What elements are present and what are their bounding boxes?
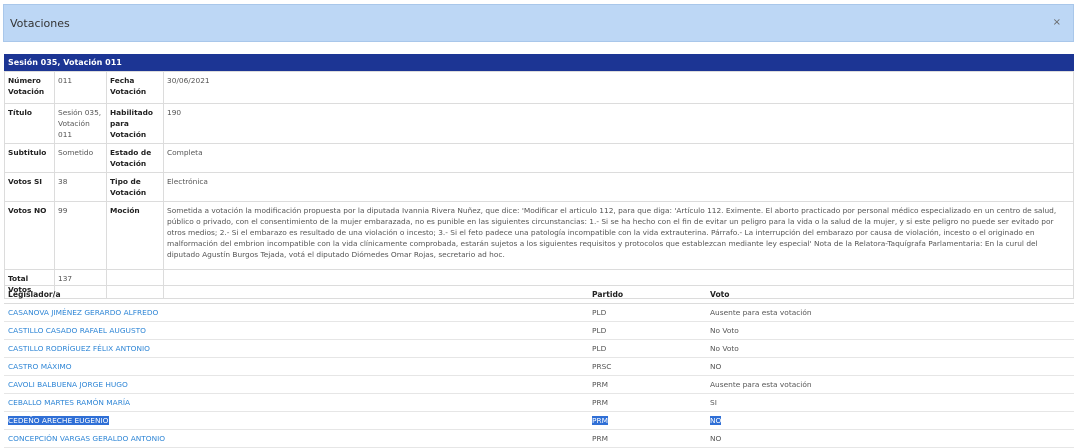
numero-label: Número Votación (4, 71, 55, 104)
session-header: Sesión 035, Votación 011 (4, 54, 1074, 71)
vote-cell: NO (706, 357, 1074, 376)
estado-value: Completa (163, 143, 1074, 173)
modal-header: Votaciones × (3, 4, 1074, 42)
votos-si-label: Votos SI (4, 172, 55, 202)
vote-cell: No Voto (706, 321, 1074, 340)
party-cell: PRM (592, 416, 608, 425)
tipo-label: Tipo de Votación (106, 172, 164, 202)
mocion-label: Moción (106, 201, 164, 270)
party-cell: PLD (588, 339, 706, 358)
habilitado-label: Habilitado para Votación (106, 103, 164, 144)
party-cell: PRM (588, 393, 706, 412)
titulo-label: Título (4, 103, 55, 144)
subtitulo-value: Sometido (54, 143, 107, 173)
legislator-link[interactable]: CASTRO MÁXIMO (8, 362, 72, 371)
fecha-value: 30/06/2021 (163, 71, 1074, 104)
close-icon[interactable]: × (1053, 17, 1061, 28)
table-row: CAVOLI BALBUENA JORGE HUGO PRM Ausente p… (4, 375, 1074, 394)
habilitado-value: 190 (163, 103, 1074, 144)
tipo-value: Electrónica (163, 172, 1074, 202)
legislator-link[interactable]: CASTILLO RODRÍGUEZ FÉLIX ANTONIO (8, 344, 150, 353)
vote-details-table: Número Votación 011 Fecha Votación 30/06… (4, 71, 1074, 299)
table-row: CASTILLO RODRÍGUEZ FÉLIX ANTONIO PLD No … (4, 339, 1074, 358)
table-row: CEBALLO MARTES RAMÓN MARÍA PRM SI (4, 393, 1074, 412)
titulo-value: Sesión 035, Votación 011 (54, 103, 107, 144)
legislator-link[interactable]: CEBALLO MARTES RAMÓN MARÍA (8, 398, 130, 407)
party-cell: PRM (588, 375, 706, 394)
table-row-selected: CEDEÑO ARECHE EUGENIO PRM NO (4, 411, 1074, 430)
vote-cell: Ausente para esta votación (706, 375, 1074, 394)
party-cell: PLD (588, 321, 706, 340)
vote-cell: No Voto (706, 339, 1074, 358)
fecha-label: Fecha Votación (106, 71, 164, 104)
mocion-value: Sometida a votación la modificación prop… (163, 201, 1074, 270)
party-cell: PLD (588, 303, 706, 322)
votos-no-label: Votos NO (4, 201, 55, 270)
partido-header[interactable]: Partido (588, 285, 706, 304)
votos-no-value: 99 (54, 201, 107, 270)
votes-table: Legislador/a Partido Voto CASANOVA JIMÉN… (4, 285, 1074, 448)
numero-value: 011 (54, 71, 107, 104)
modal-title: Votaciones (10, 17, 70, 30)
vote-cell: NO (710, 416, 722, 425)
table-row: CASANOVA JIMÉNEZ GERARDO ALFREDO PLD Aus… (4, 303, 1074, 322)
vote-cell: SI (706, 393, 1074, 412)
legislator-link[interactable]: CEDEÑO ARECHE EUGENIO (8, 416, 109, 425)
table-row: CASTRO MÁXIMO PRSC NO (4, 357, 1074, 376)
table-row: CASTILLO CASADO RAFAEL AUGUSTO PLD No Vo… (4, 321, 1074, 340)
party-cell: PRSC (588, 357, 706, 376)
estado-label: Estado de Votación (106, 143, 164, 173)
subtitulo-label: Subtitulo (4, 143, 55, 173)
legislator-link[interactable]: CAVOLI BALBUENA JORGE HUGO (8, 380, 128, 389)
vote-cell: Ausente para esta votación (706, 303, 1074, 322)
votos-si-value: 38 (54, 172, 107, 202)
legislador-header[interactable]: Legislador/a (4, 285, 588, 304)
voto-header[interactable]: Voto (706, 285, 1074, 304)
legislator-link[interactable]: CASANOVA JIMÉNEZ GERARDO ALFREDO (8, 308, 158, 317)
legislator-link[interactable]: CASTILLO CASADO RAFAEL AUGUSTO (8, 326, 146, 335)
